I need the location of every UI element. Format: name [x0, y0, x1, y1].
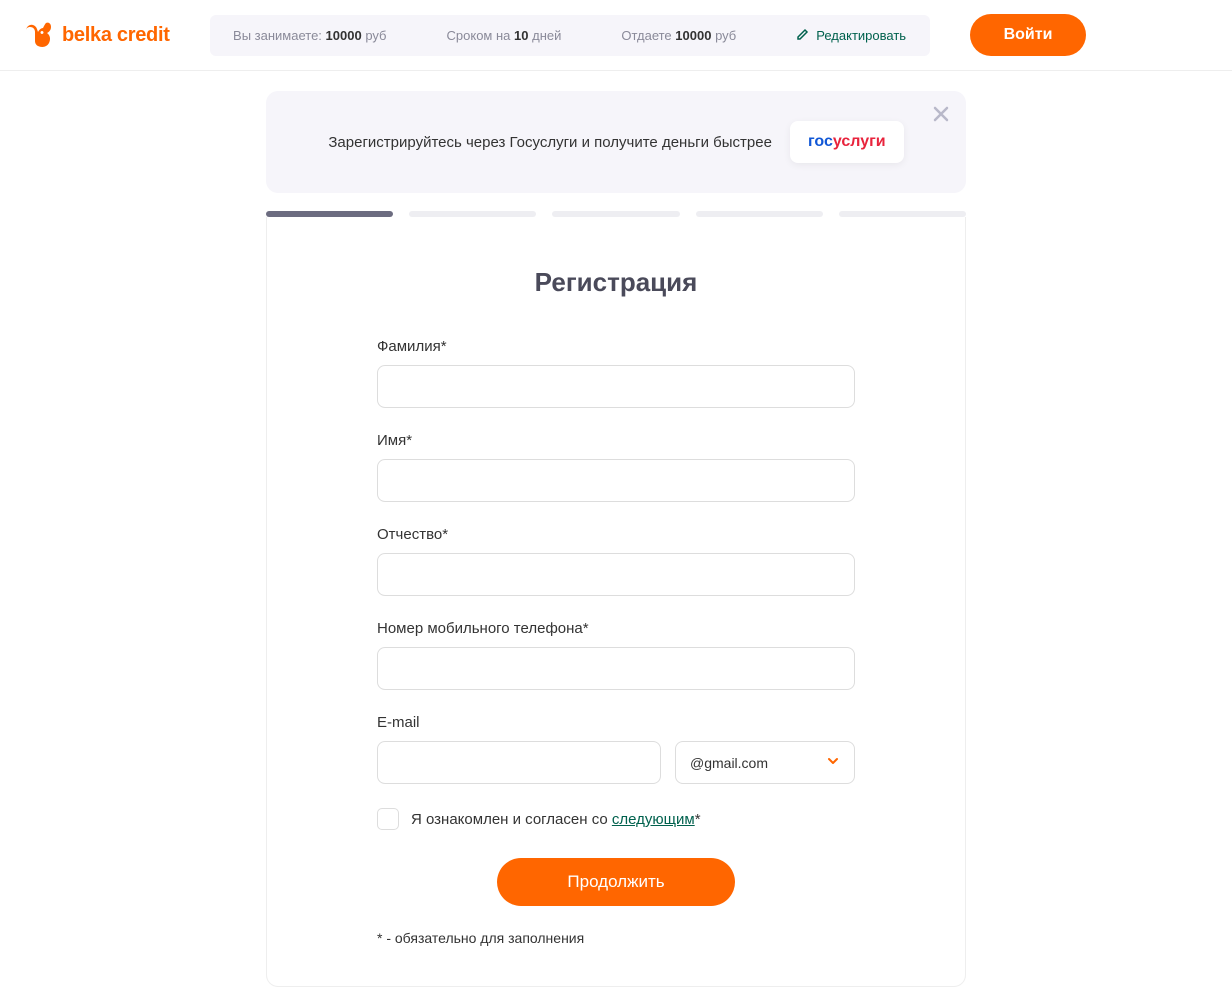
logo[interactable]: belka credit — [24, 20, 170, 50]
term-info: Сроком на 10 дней — [447, 28, 562, 43]
phone-label: Номер мобильного телефона* — [377, 620, 855, 637]
consent-link[interactable]: следующим — [612, 811, 695, 828]
lastname-input[interactable] — [377, 365, 855, 408]
banner-text: Зарегистрируйтесь через Госуслуги и полу… — [328, 134, 772, 151]
login-button[interactable]: Войти — [970, 14, 1087, 56]
required-note: * - обязательно для заполнения — [377, 930, 855, 946]
continue-button[interactable]: Продолжить — [497, 858, 734, 906]
step-3 — [552, 211, 679, 217]
email-label: E-mail — [377, 714, 855, 731]
loan-info-bar: Вы занимаете: 10000 руб Сроком на 10 дне… — [210, 15, 930, 56]
step-5 — [839, 211, 966, 217]
close-icon[interactable] — [932, 105, 950, 128]
step-1 — [266, 211, 393, 217]
consent-label: Я ознакомлен и согласен со следующим* — [411, 811, 701, 828]
registration-card: Регистрация Фамилия* Имя* Отчество* Номе… — [266, 217, 966, 987]
firstname-label: Имя* — [377, 432, 855, 449]
step-4 — [696, 211, 823, 217]
header: belka credit Вы занимаете: 10000 руб Сро… — [0, 0, 1232, 71]
repay-info: Отдаете 10000 руб — [621, 28, 736, 43]
phone-input[interactable] — [377, 647, 855, 690]
patronymic-label: Отчество* — [377, 526, 855, 543]
edit-link[interactable]: Редактировать — [796, 27, 906, 44]
lastname-label: Фамилия* — [377, 338, 855, 355]
gosuslugi-banner: Зарегистрируйтесь через Госуслуги и полу… — [266, 91, 966, 193]
chevron-down-icon — [826, 754, 840, 771]
step-2 — [409, 211, 536, 217]
gosuslugi-button[interactable]: госуслуги — [790, 121, 904, 163]
pencil-icon — [796, 27, 810, 44]
progress-steps — [266, 211, 966, 217]
squirrel-icon — [24, 20, 54, 50]
firstname-input[interactable] — [377, 459, 855, 502]
page-title: Регистрация — [377, 267, 855, 298]
borrow-info: Вы занимаете: 10000 руб — [233, 28, 386, 43]
patronymic-input[interactable] — [377, 553, 855, 596]
email-input[interactable] — [377, 741, 661, 784]
logo-text: belka credit — [62, 24, 170, 47]
consent-checkbox[interactable] — [377, 808, 399, 830]
email-domain-select[interactable]: @gmail.com — [675, 741, 855, 784]
